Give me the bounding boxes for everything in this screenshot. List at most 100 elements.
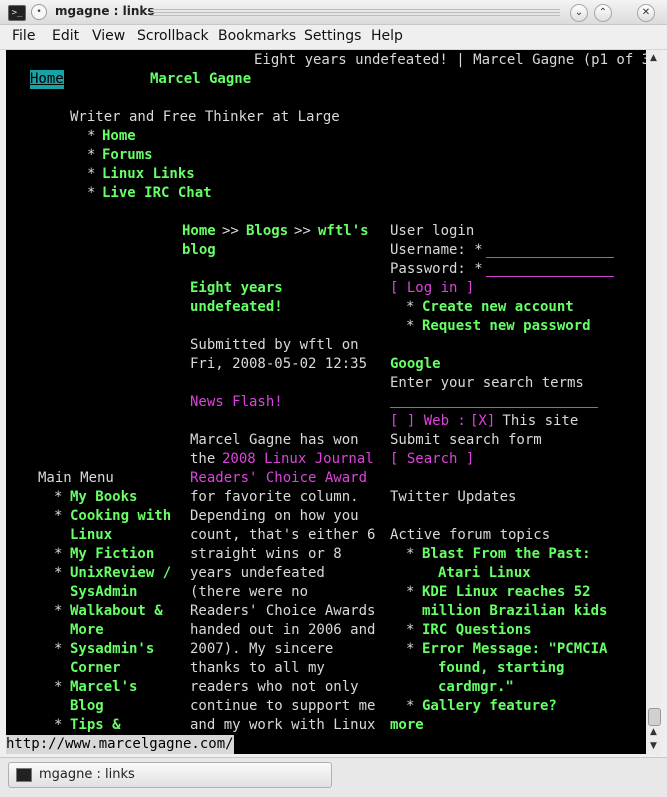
terminal-viewport[interactable]: Eight years undefeated! | Marcel Gagne (… [6,50,646,754]
main-menu-walkabout[interactable]: More [70,621,104,640]
bullet: * [406,299,415,315]
terminal-icon [16,768,32,782]
search-input[interactable] [390,407,598,408]
password-field[interactable] [486,276,614,277]
home-link-focused[interactable]: Home [30,70,64,89]
scroll-up-icon[interactable]: ▲ [646,726,661,739]
breadcrumb-wftl-blog[interactable]: blog [182,241,216,260]
breadcrumb-blogs[interactable]: Blogs [246,222,288,241]
post-title[interactable]: Eight years [190,279,283,298]
user-login-heading: User login [390,223,475,239]
taskbar-task[interactable]: mgagne : links [8,762,332,788]
post-body-line: handed out in 2006 and [190,622,376,638]
forum-topic-link[interactable]: cardmgr." [438,678,514,697]
main-menu-my-fiction[interactable]: My Fiction [70,545,154,564]
main-menu-marcels-blog[interactable]: Blog [70,697,104,716]
menu-file[interactable]: File [12,28,35,44]
scroll-up-icon[interactable]: ▲ [646,52,661,65]
web-option-radio[interactable]: [ ] Web : [390,412,466,431]
forum-topic-link[interactable]: Blast From the Past: [422,545,591,564]
forum-heading: Active forum topics [390,527,551,543]
bullet: * [406,698,415,714]
menu-bar: File Edit View Scrollback Bookmarks Sett… [0,25,667,50]
bullet: * [406,641,415,657]
breadcrumb-separator: >> [294,223,311,239]
vertical-scrollbar[interactable]: ▲ ▲ ▼ [646,50,661,755]
main-menu-my-books[interactable]: My Books [70,488,137,507]
site-name-link[interactable]: Marcel Gagne [150,70,251,89]
main-menu-cooking-with-linux[interactable]: Linux [70,526,112,545]
forum-topic-link[interactable]: KDE Linux reaches 52 [422,583,591,602]
bullet: * [406,318,415,334]
request-password-link[interactable]: Request new password [422,317,591,336]
post-body-line: Depending on how you [190,508,359,524]
post-body-line: continue to support me [190,698,376,714]
award-link[interactable]: 2008 Linux Journal [222,450,374,469]
menu-settings[interactable]: Settings [304,28,361,44]
main-menu-sysadmins-corner[interactable]: Corner [70,659,121,678]
award-link[interactable]: Readers' Choice Award [190,469,367,488]
maximize-button[interactable]: ⌃ [594,4,612,22]
bullet: * [54,565,63,581]
username-field[interactable] [486,257,614,258]
main-menu-walkabout[interactable]: Walkabout & [70,602,163,621]
site-option-radio[interactable]: [X] [470,412,495,431]
forum-topic-link[interactable]: Gallery feature? [422,697,557,716]
scroll-down-icon[interactable]: ▼ [646,740,661,753]
titlebar-grip[interactable] [150,9,560,16]
site-tagline: Writer and Free Thinker at Large [70,109,340,125]
post-body-line: thanks to all my [190,660,325,676]
login-button[interactable]: [ Log in ] [390,279,474,298]
menu-view[interactable]: View [92,28,125,44]
breadcrumb-separator: >> [222,223,239,239]
post-body-line: years undefeated [190,565,325,581]
taskbar-task-label: mgagne : links [39,767,135,782]
post-body-line: straight wins or 8 [190,546,342,562]
close-button[interactable]: ✕ [637,4,655,22]
menu-edit[interactable]: Edit [52,28,79,44]
bullet: * [406,546,415,562]
main-menu-unixreview[interactable]: UnixReview / [70,564,171,583]
post-submitted: Submitted by wftl on [190,337,359,353]
post-title[interactable]: undefeated! [190,298,283,317]
main-menu-tips[interactable]: Tips & [70,716,121,735]
breadcrumb-home[interactable]: Home [182,222,216,241]
scrollbar-thumb[interactable] [648,708,661,726]
nav-link-irc-chat[interactable]: Live IRC Chat [102,184,212,203]
bullet: * [54,717,63,733]
menu-help[interactable]: Help [371,28,403,44]
main-menu-cooking-with-linux[interactable]: Cooking with [70,507,171,526]
pin-icon[interactable]: • [31,4,47,20]
nav-link-forums[interactable]: Forums [102,146,153,165]
bullet: * [54,603,63,619]
submit-form-label: Submit search form [390,432,542,448]
shade-button[interactable]: ⌄ [570,4,588,22]
status-url: http://www.marcelgagne.com/ [6,735,234,754]
terminal-icon[interactable]: >_ [8,5,26,21]
google-link[interactable]: Google [390,355,441,374]
window-titlebar: >_ • mgagne : links ⌄ ⌃ ✕ [0,0,667,25]
menu-scrollback[interactable]: Scrollback [137,28,209,44]
post-body-line: for favorite column. [190,489,359,505]
create-account-link[interactable]: Create new account [422,298,574,317]
main-menu-unixreview[interactable]: SysAdmin [70,583,137,602]
main-menu-marcels-blog[interactable]: Marcel's [70,678,137,697]
forum-topic-link[interactable]: IRC Questions [422,621,532,640]
forum-topic-link[interactable]: found, starting [438,659,564,678]
nav-link-home[interactable]: Home [102,127,136,146]
password-label: Password: * [390,261,483,277]
more-link[interactable]: more [390,716,424,735]
forum-topic-link[interactable]: million Brazilian kids [422,602,607,621]
breadcrumb-wftl-blog[interactable]: wftl's [318,222,369,241]
forum-topic-link[interactable]: Error Message: "PCMCIA [422,640,607,659]
nav-link-linux-links[interactable]: Linux Links [102,165,195,184]
bullet: * [54,546,63,562]
menu-bookmarks[interactable]: Bookmarks [218,28,296,44]
post-body-line: readers who not only [190,679,359,695]
search-button[interactable]: [ Search ] [390,450,474,469]
main-menu-sysadmins-corner[interactable]: Sysadmin's [70,640,154,659]
news-flash-link[interactable]: News Flash! [190,393,283,412]
forum-topic-link[interactable]: Atari Linux [438,564,531,583]
bullet: * [87,147,96,163]
search-prompt: Enter your search terms [390,375,584,391]
